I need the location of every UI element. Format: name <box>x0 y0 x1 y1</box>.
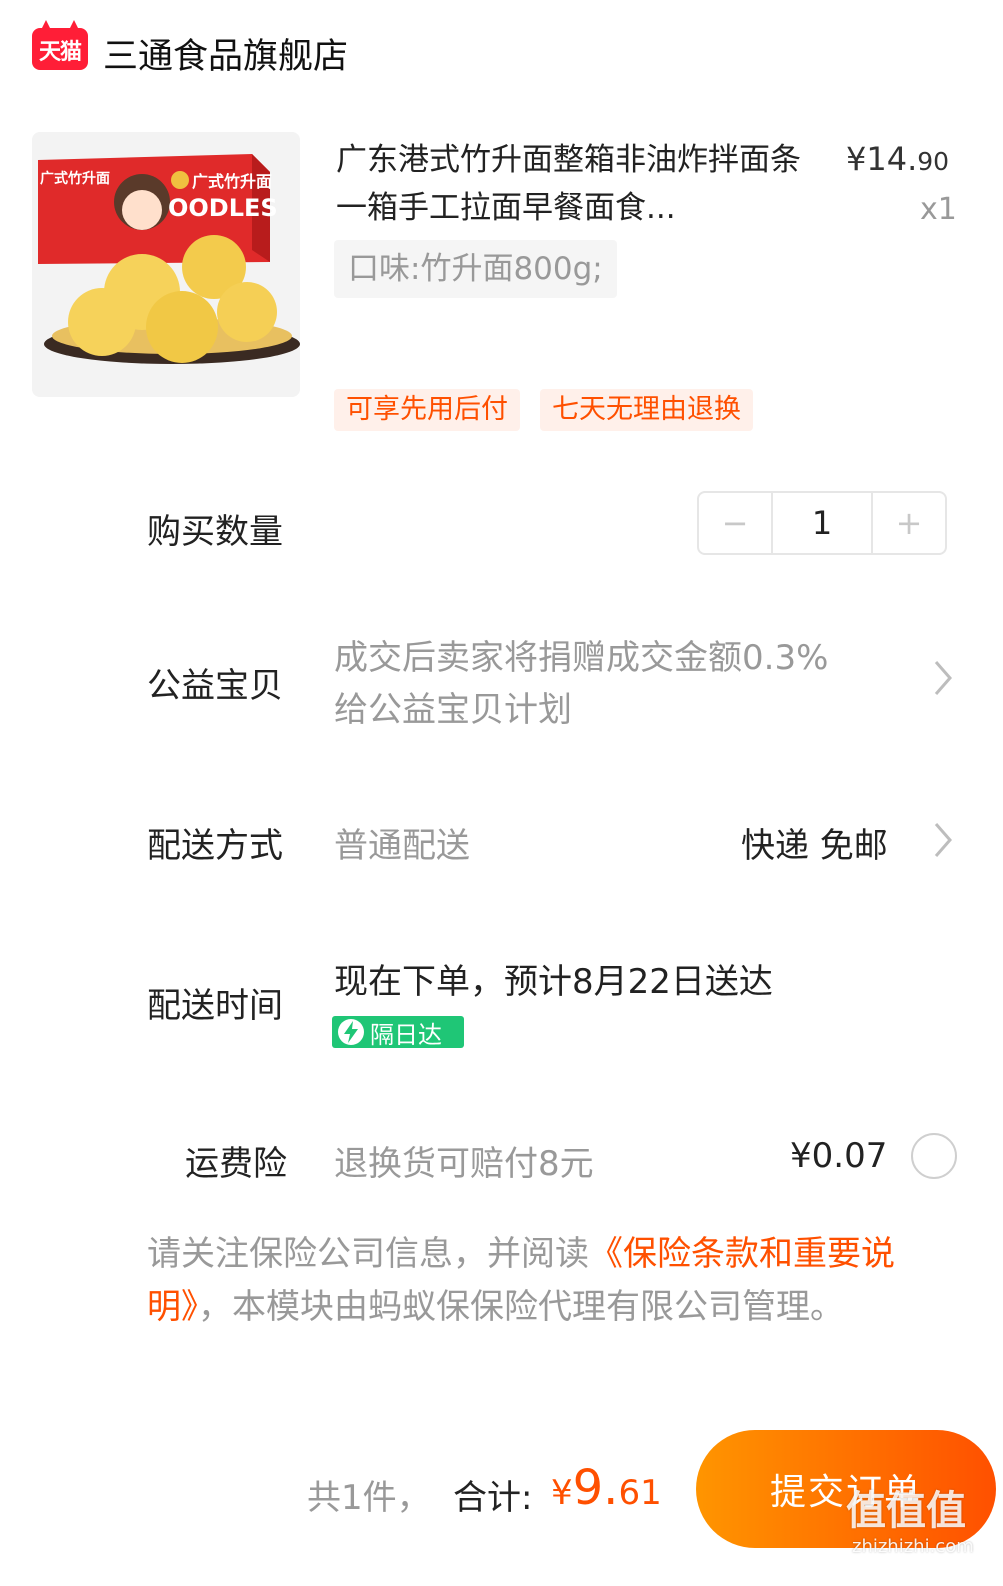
box-label-brand: 广式竹升面 <box>192 172 273 191</box>
tag-pay-later: 可享先用后付 <box>334 389 520 431</box>
tmall-logo: 天猫 <box>32 20 88 70</box>
shop-name[interactable]: 三通食品旗舰店 <box>103 28 348 79</box>
total-int: 9. <box>572 1460 619 1516</box>
price-symbol: ¥ <box>846 140 867 178</box>
insurance-radio[interactable] <box>911 1133 957 1179</box>
shipping-method-value[interactable]: 普通配送 <box>334 818 470 867</box>
plus-button[interactable]: + <box>873 493 945 553</box>
total-price: ¥9.61 <box>551 1460 662 1516</box>
charity-line-1: 成交后卖家将捐赠成交金额0.3% <box>334 638 829 678</box>
product-image[interactable]: 广式竹升面 广式竹升面 OODLES <box>32 132 300 397</box>
charity-line-2: 给公益宝贝计划 <box>334 690 572 730</box>
quantity-value[interactable]: 1 <box>771 493 873 553</box>
tag-seven-day-return: 七天无理由退换 <box>540 389 753 431</box>
item-quantity: x1 <box>920 192 957 227</box>
quantity-label: 购买数量 <box>147 512 283 552</box>
price-cents: 90 <box>917 147 950 176</box>
charity-description[interactable]: 成交后卖家将捐赠成交金额0.3% 给公益宝贝计划 <box>334 632 828 736</box>
chevron-right-icon[interactable] <box>932 658 954 698</box>
charity-label: 公益宝贝 <box>147 666 283 706</box>
box-label-word: OODLES <box>168 194 278 222</box>
watermark-url: zhizhizhi.com <box>852 1536 974 1557</box>
sku-spec[interactable]: 口味:竹升面800g; <box>334 240 617 298</box>
next-day-badge-label: 隔日达 <box>370 1020 442 1049</box>
total-dec: 61 <box>618 1473 662 1513</box>
watermark: 值值值 <box>846 1488 966 1534</box>
notice-text-after: ，本模块由蚂蚁保保险代理有限公司管理。 <box>198 1287 844 1327</box>
shipping-time-label: 配送时间 <box>147 986 283 1026</box>
shipping-method-label: 配送方式 <box>147 826 283 866</box>
tmall-ears-icon <box>40 20 80 32</box>
minus-button[interactable]: − <box>699 493 771 553</box>
total-label: 合计: <box>453 1478 533 1518</box>
insurance-label: 运费险 <box>185 1144 287 1184</box>
next-day-badge: 隔日达 <box>332 1016 464 1049</box>
quantity-stepper: − 1 + <box>697 491 947 555</box>
chevron-right-icon[interactable] <box>932 820 954 860</box>
price-int: 14. <box>866 140 918 178</box>
shipping-fee[interactable]: 快递 免邮 <box>741 818 888 867</box>
lightning-icon <box>338 1019 364 1045</box>
insurance-price: ¥0.07 <box>790 1136 888 1176</box>
item-count: 共1件， <box>307 1478 431 1518</box>
total-symbol: ¥ <box>551 1473 573 1513</box>
product-title[interactable]: 广东港式竹升面整箱非油炸拌面条一箱手工拉面早餐面食... <box>336 136 806 232</box>
tmall-logo-text: 天猫 <box>38 40 82 65</box>
insurance-notice: 请关注保险公司信息，并阅读《保险条款和重要说明》，本模块由蚂蚁保保险代理有限公司… <box>147 1228 967 1334</box>
notice-text-before: 请关注保险公司信息，并阅读 <box>147 1234 589 1274</box>
estimated-delivery: 现在下单，预计8月22日送达 <box>334 962 773 1002</box>
unit-price: ¥14.90 <box>846 140 949 178</box>
box-label-left: 广式竹升面 <box>40 171 110 187</box>
insurance-description: 退换货可赔付8元 <box>334 1144 594 1184</box>
